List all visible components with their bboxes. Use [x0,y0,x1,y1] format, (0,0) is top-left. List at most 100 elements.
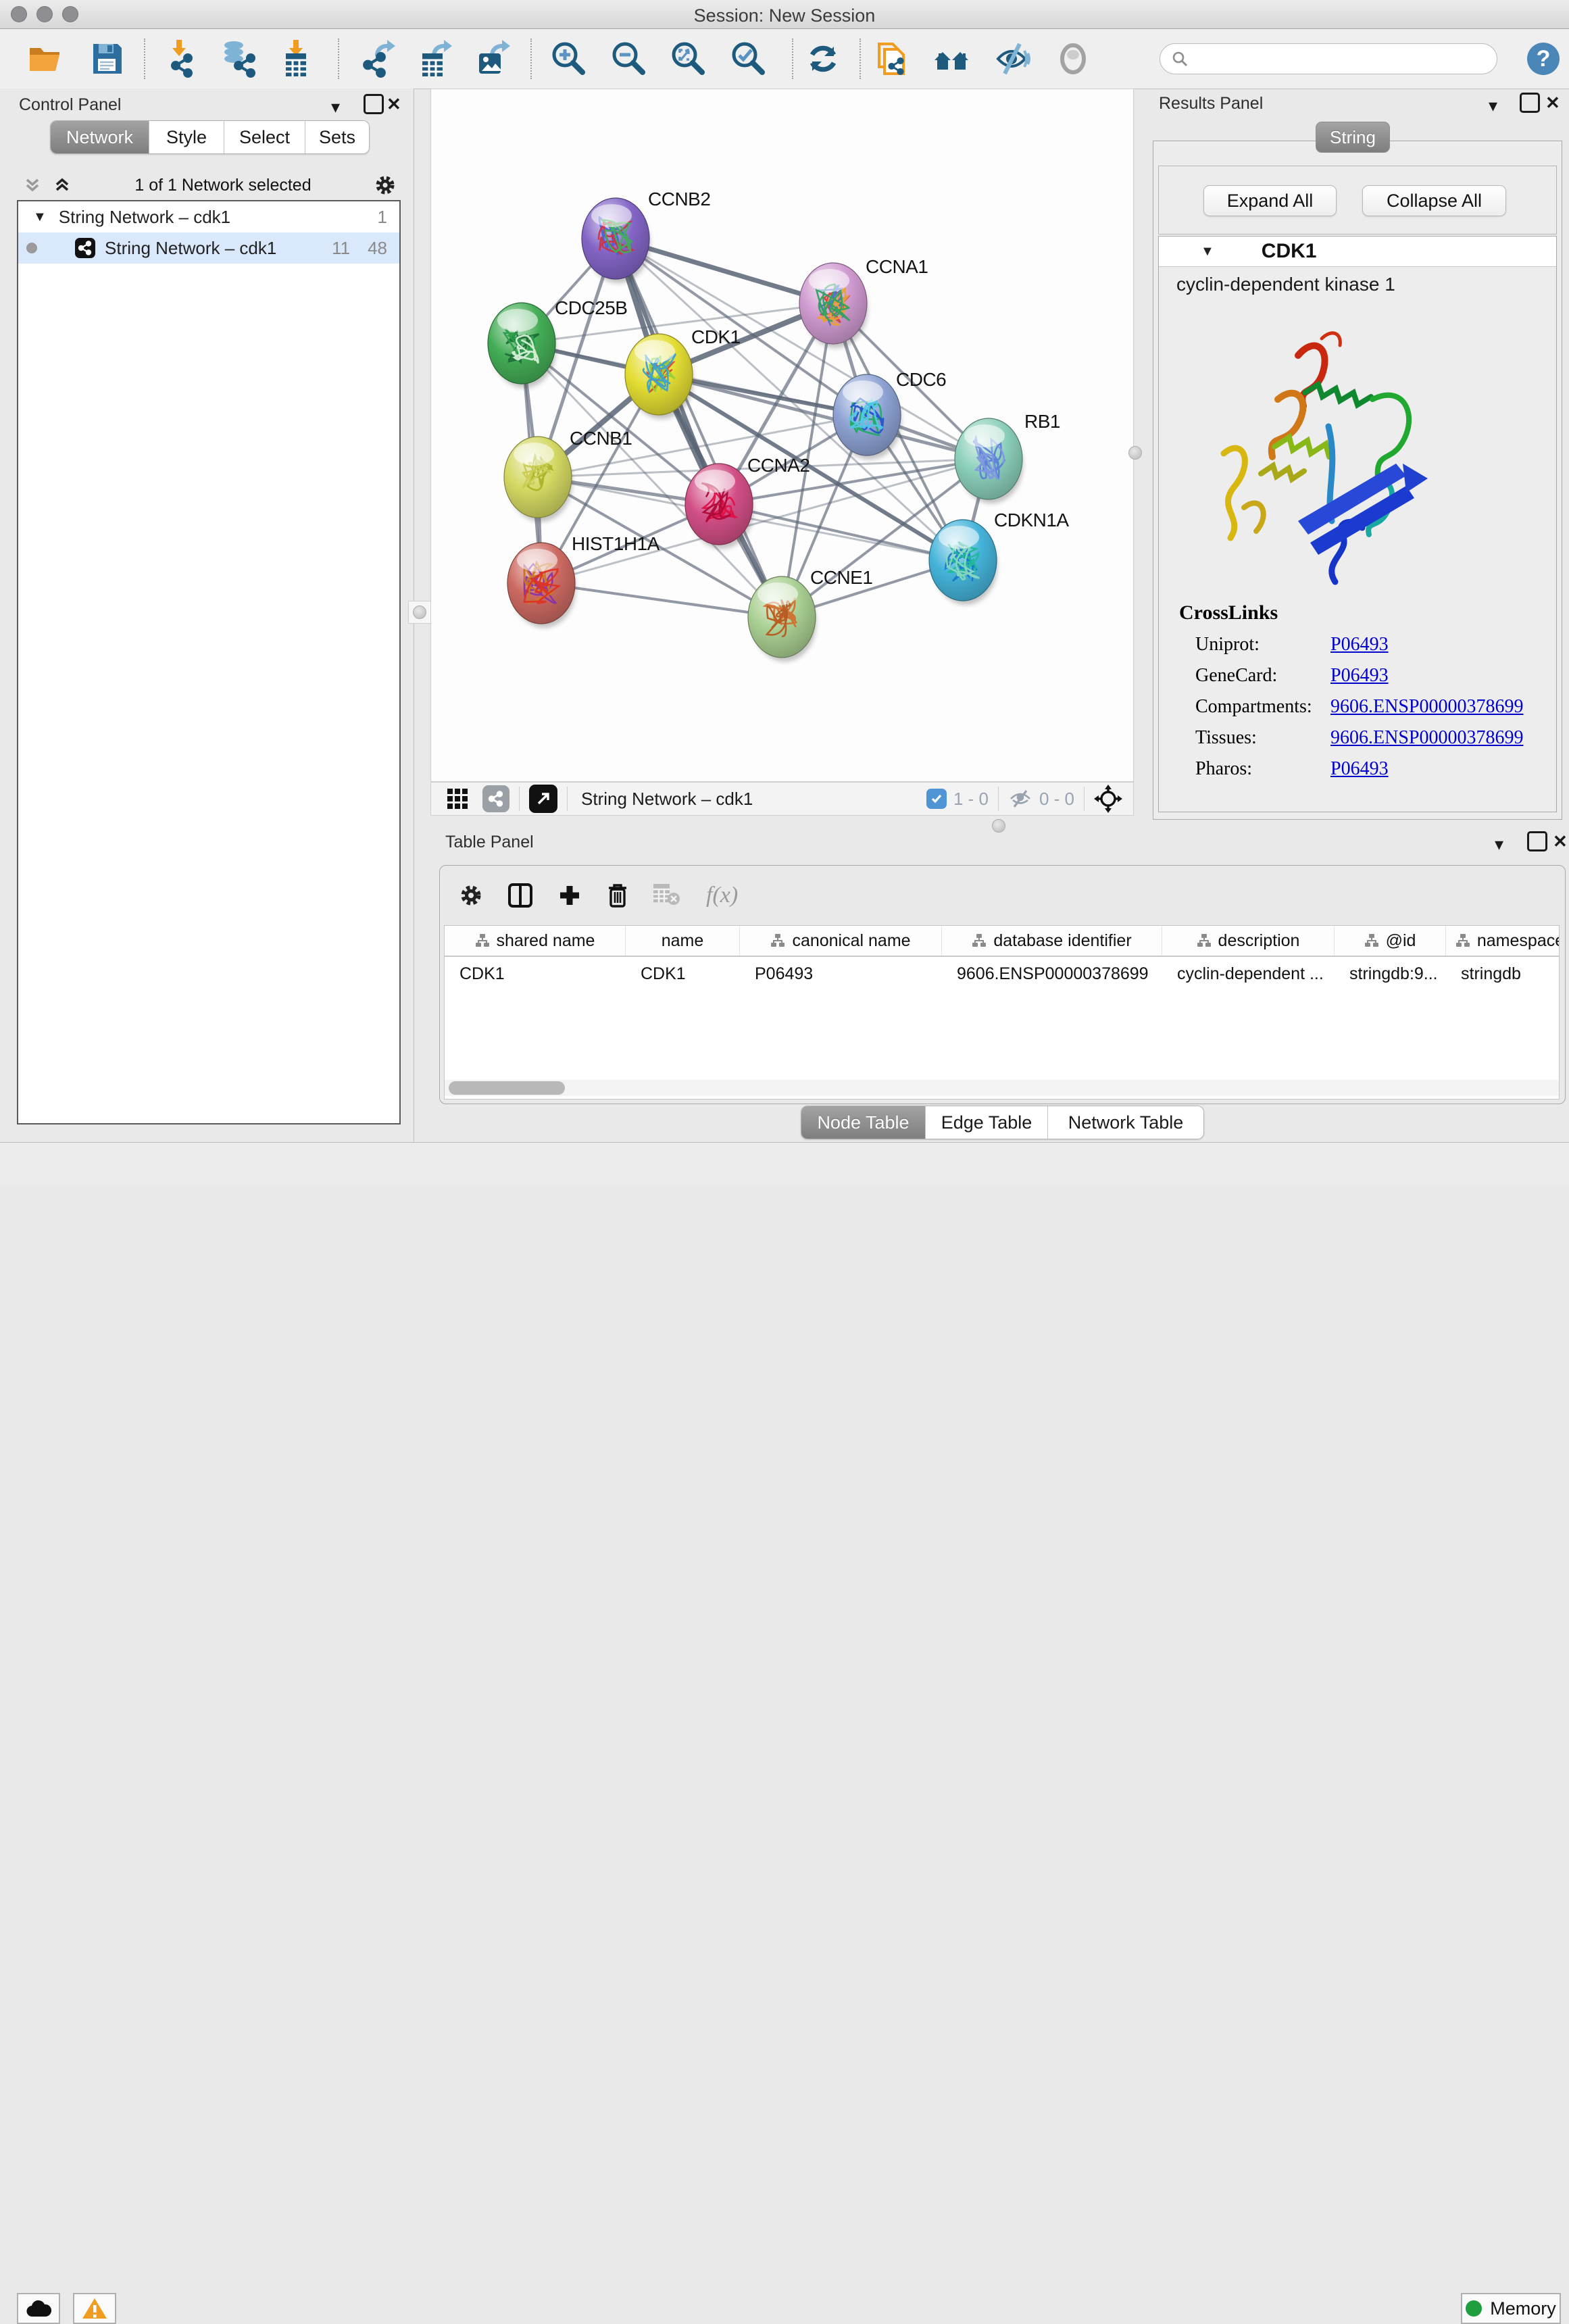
column-header-description[interactable]: description [1162,926,1335,956]
column-header-name[interactable]: name [626,926,740,956]
copy-network-icon[interactable] [875,40,913,78]
import-database-icon[interactable] [219,40,257,78]
expand-all-icon[interactable] [52,175,72,195]
network-edge[interactable] [719,504,963,560]
import-table-icon[interactable] [277,40,315,78]
zoom-fit-icon[interactable] [670,40,707,78]
node-label: CCNA1 [866,256,928,277]
navigator-icon[interactable] [1094,785,1122,813]
selected-checkbox[interactable] [926,789,947,809]
results-panel-menu-icon[interactable]: ▾ [1489,97,1497,114]
column-header-database-identifier[interactable]: database identifier [942,926,1162,956]
window-title: Session: New Session [0,5,1569,26]
crosslink-value-link[interactable]: P06493 [1330,758,1389,780]
network-row[interactable]: String Network – cdk1 11 48 [18,232,399,264]
houses-icon[interactable] [933,40,971,78]
refresh-icon[interactable] [804,40,842,78]
delete-table-icon[interactable] [653,884,680,907]
import-network-icon[interactable] [163,40,201,78]
node-label: CDC6 [896,369,946,390]
crosslink-value-link[interactable]: 9606.ENSP00000378699 [1330,696,1523,718]
crosslink-value-link[interactable]: P06493 [1330,634,1389,656]
gene-disclosure-icon[interactable]: ▼ [1201,244,1214,259]
network-edge[interactable] [541,583,782,617]
right-splitter-dot[interactable] [1128,446,1142,460]
table-hscrollbar-thumb[interactable] [449,1081,565,1095]
save-session-icon[interactable] [88,40,126,78]
hidden-eye-icon[interactable] [1008,789,1032,809]
network-node-HIST1H1A[interactable]: HIST1H1A [507,533,660,628]
open-session-icon[interactable] [27,40,65,78]
tab-node-table[interactable]: Node Table [801,1106,926,1139]
network-canvas[interactable]: CCNB2 CCNA1 CDC25B CDK1 CDC6 [430,89,1134,782]
table-cell: stringdb [1446,957,1560,991]
zoom-out-icon[interactable] [610,40,648,78]
zoom-in-icon[interactable] [550,40,588,78]
tab-network-table[interactable]: Network Table [1048,1106,1203,1139]
memory-status-dot [1466,2300,1482,2317]
network-node-RB1[interactable]: RB1 [955,411,1060,503]
column-header-id[interactable]: @id [1335,926,1446,956]
network-node-CCNB2[interactable]: CCNB2 [582,189,710,283]
network-node-CCNA2[interactable]: CCNA2 [685,455,810,549]
tab-sets[interactable]: Sets [305,121,369,153]
function-icon[interactable]: f(x) [705,882,743,909]
control-panel-float-icon[interactable] [364,94,384,114]
control-panel-close-icon[interactable]: ✕ [387,95,401,113]
collapse-all-button[interactable]: Collapse All [1362,185,1506,216]
search-input[interactable] [1189,49,1475,69]
table-panel-body: f(x) shared namenamecanonical namedataba… [439,865,1566,1104]
tab-select[interactable]: Select [224,121,305,153]
table-hscrollbar-track[interactable] [445,1080,1559,1096]
table-toolbar: f(x) [459,876,743,914]
left-splitter-handle[interactable] [408,601,431,624]
collection-disclosure-icon[interactable]: ▼ [33,209,47,225]
column-header-namespace[interactable]: namespace [1446,926,1560,956]
network-node-CDC6[interactable]: CDC6 [833,369,946,460]
network-collection-row[interactable]: ▼ String Network – cdk1 1 [18,201,399,232]
trash-icon[interactable] [606,883,629,908]
tab-style[interactable]: Style [149,121,224,153]
results-panel-close-icon[interactable]: ✕ [1545,94,1560,112]
table-panel-close-icon[interactable]: ✕ [1553,833,1568,850]
export-table-icon[interactable] [417,40,455,78]
export-image-icon[interactable] [475,40,513,78]
results-panel: Results Panel ▾ ✕ String Expand All Coll… [1151,89,1569,824]
tab-string[interactable]: String [1316,122,1390,153]
share-badge-icon[interactable] [482,785,509,812]
collapse-all-icon[interactable] [22,175,43,195]
export-network-icon[interactable] [360,40,398,78]
eye-slash-icon[interactable] [993,40,1030,78]
crosslink-value-link[interactable]: 9606.ENSP00000378699 [1330,727,1523,749]
add-column-icon[interactable] [557,883,582,908]
columns-icon[interactable] [507,883,533,908]
results-panel-float-icon[interactable] [1520,93,1540,113]
crosslink-value-link[interactable]: P06493 [1330,665,1389,687]
external-link-icon[interactable] [529,785,557,813]
column-header-canonical-name[interactable]: canonical name [740,926,942,956]
help-icon[interactable]: ? [1527,43,1560,75]
gray-eye-icon[interactable] [1054,40,1092,78]
grid-icon[interactable] [446,787,469,810]
gene-section-header[interactable]: ▼ CDK1 [1159,237,1556,267]
network-options-gear-icon[interactable] [374,174,397,197]
table-panel-float-icon[interactable] [1527,831,1547,851]
table-row[interactable]: CDK1CDK1P064939606.ENSP00000378699cyclin… [445,957,1559,991]
zoom-selected-icon[interactable] [730,40,768,78]
network-node-CDKN1A[interactable]: CDKN1A [929,510,1069,605]
table-panel-menu-icon[interactable]: ▾ [1495,835,1503,853]
memory-button[interactable]: Memory [1461,2293,1561,2324]
gear-icon[interactable] [459,883,483,908]
tab-network[interactable]: Network [51,121,149,153]
results-scroll-area: ▼ CDK1 cyclin-dependent kinase 1 [1158,236,1557,812]
warning-icon[interactable] [73,2293,116,2324]
network-node-CDK1[interactable]: CDK1 [625,326,741,419]
expand-all-button[interactable]: Expand All [1203,185,1337,216]
tab-edge-table[interactable]: Edge Table [926,1106,1048,1139]
control-panel-menu-icon[interactable]: ▾ [331,98,340,116]
table-cell: P06493 [740,957,942,991]
cloud-icon[interactable] [17,2293,60,2324]
results-panel-title: Results Panel [1159,94,1263,114]
column-header-shared-name[interactable]: shared name [445,926,626,956]
network-node-CCNE1[interactable]: CCNE1 [748,567,872,662]
